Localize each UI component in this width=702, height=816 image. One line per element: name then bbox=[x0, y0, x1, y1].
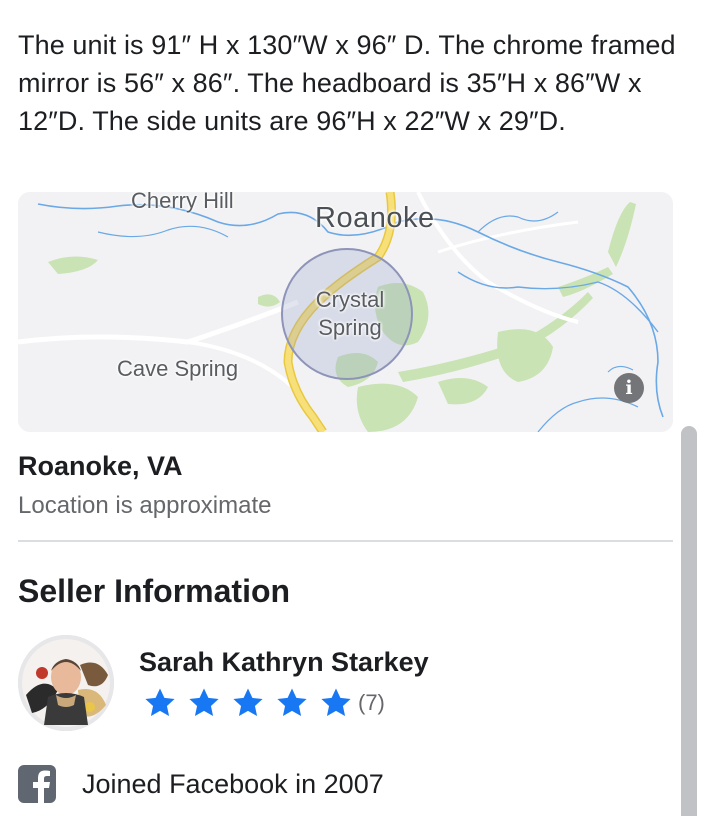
location-name: Roanoke, VA bbox=[18, 451, 183, 481]
seller-name[interactable]: Sarah Kathryn Starkey bbox=[139, 647, 429, 678]
location-approximate-note: Location is approximate bbox=[18, 492, 272, 519]
facebook-icon bbox=[18, 765, 56, 803]
seller-avatar[interactable] bbox=[18, 635, 114, 731]
scrollbar[interactable] bbox=[681, 426, 697, 816]
location-map[interactable]: Cherry Hill Roanoke Crystal Spring Cave … bbox=[18, 192, 673, 432]
star-icon bbox=[277, 688, 307, 717]
star-icon bbox=[233, 688, 263, 717]
star-icon bbox=[321, 688, 351, 717]
info-icon[interactable]: i bbox=[614, 373, 644, 403]
map-label-roanoke: Roanoke bbox=[315, 202, 435, 234]
star-icon bbox=[189, 688, 219, 717]
seller-section-title: Seller Information bbox=[18, 573, 291, 609]
map-label-cave-spring: Cave Spring bbox=[117, 356, 239, 381]
map-label-cherry-hill: Cherry Hill bbox=[131, 192, 234, 213]
joined-facebook-text: Joined Facebook in 2007 bbox=[82, 768, 384, 799]
map-label-crystal: Crystal bbox=[315, 287, 385, 312]
listing-description: The unit is 91″ H x 130″W x 96″ D. The c… bbox=[18, 30, 676, 136]
map-label-crystal-spring: Crystal Spring bbox=[298, 286, 402, 342]
rating-count: (7) bbox=[358, 690, 385, 715]
seller-rating[interactable]: (7) bbox=[142, 686, 385, 720]
section-divider bbox=[18, 540, 673, 542]
avatar-image bbox=[18, 635, 114, 731]
star-icon bbox=[145, 688, 175, 717]
marketplace-listing-page: The unit is 91″ H x 130″W x 96″ D. The c… bbox=[0, 0, 702, 816]
joined-facebook-row: Joined Facebook in 2007 bbox=[18, 765, 384, 803]
map-label-spring: Spring bbox=[318, 315, 382, 340]
